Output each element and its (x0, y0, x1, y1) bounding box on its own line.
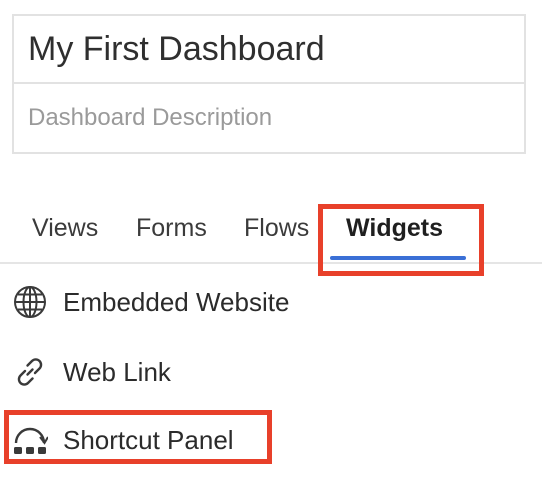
widget-item-web-link[interactable]: Web Link (12, 352, 171, 392)
active-tab-indicator (330, 256, 466, 260)
tab-views[interactable]: Views (32, 214, 98, 243)
link-icon (12, 354, 48, 390)
widget-item-label: Shortcut Panel (63, 424, 234, 455)
globe-icon (12, 284, 48, 320)
widget-item-embedded-website[interactable]: Embedded Website (12, 282, 289, 322)
tab-bar: Views Forms Flows Widgets (0, 198, 542, 264)
dashboard-description-input[interactable] (12, 84, 526, 154)
tab-flows[interactable]: Flows (244, 214, 309, 243)
tab-widgets[interactable]: Widgets (346, 214, 443, 243)
dashboard-title-input[interactable] (12, 14, 526, 84)
dashboard-editor: Views Forms Flows Widgets Embedded Websi… (0, 0, 542, 498)
widget-item-shortcut-panel[interactable]: Shortcut Panel (12, 420, 234, 460)
widget-item-label: Web Link (63, 356, 171, 387)
tab-forms[interactable]: Forms (136, 214, 207, 243)
shortcut-panel-icon (12, 422, 48, 458)
widget-item-label: Embedded Website (63, 286, 290, 317)
